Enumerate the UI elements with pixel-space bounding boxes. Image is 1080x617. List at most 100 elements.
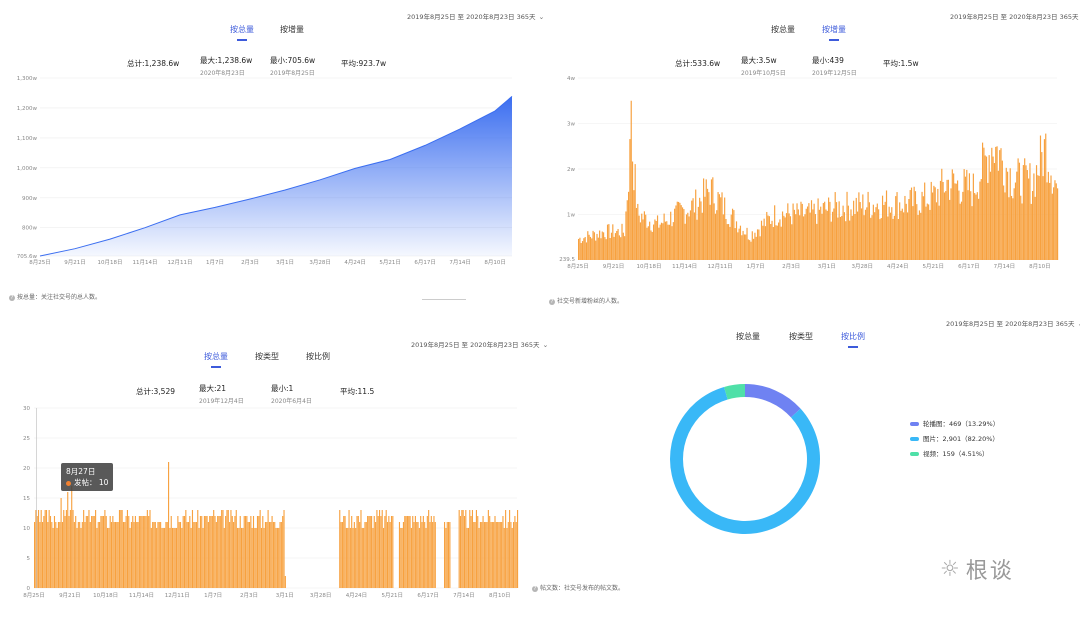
tab-increment[interactable]: 按增量 — [280, 24, 304, 35]
bar — [156, 528, 158, 588]
bar — [461, 510, 463, 588]
bar — [173, 528, 175, 588]
y-tick-label: 30 — [23, 406, 30, 412]
legend-item-carousel[interactable]: 轮播图：469（13.29%） — [910, 418, 999, 428]
bar — [988, 155, 990, 260]
bar — [855, 197, 857, 260]
bar — [190, 528, 192, 588]
bar — [130, 522, 132, 588]
legend-item-video[interactable]: 视频：159（4.51%） — [910, 448, 999, 458]
bar — [499, 522, 501, 588]
bar — [828, 197, 830, 260]
tab-type[interactable]: 按类型 — [789, 331, 813, 342]
bar — [753, 238, 755, 260]
stat-max-value: 最大:21 — [199, 384, 227, 393]
bar — [622, 232, 624, 260]
date-range-selector[interactable]: 2019年8月25日 至 2020年8月23日 365天⌄ — [411, 339, 548, 349]
bar — [465, 510, 467, 588]
bar — [487, 510, 489, 588]
tab-ratio[interactable]: 按比例 — [306, 351, 330, 362]
bar — [725, 218, 727, 260]
bar — [634, 164, 636, 260]
bar — [101, 516, 103, 588]
bar — [920, 212, 922, 260]
bar — [589, 236, 592, 260]
stat-avg: 平均:923.7w — [341, 58, 386, 69]
bar — [1001, 160, 1003, 260]
tab-total[interactable]: 按总量 — [230, 24, 254, 35]
bar — [770, 223, 772, 260]
tab-type[interactable]: 按类型 — [255, 351, 279, 362]
stat-avg-value: 平均:923.7w — [341, 59, 387, 68]
legend-item-image[interactable]: 图片：2,901（82.20%） — [910, 433, 999, 443]
bar — [133, 522, 135, 588]
bar — [778, 222, 780, 260]
bar — [263, 528, 265, 588]
bar — [211, 516, 213, 588]
x-tick-label: 7月14日 — [453, 592, 475, 599]
bar — [937, 188, 939, 260]
bar — [1026, 170, 1028, 260]
tab-increment[interactable]: 按增量 — [822, 24, 846, 35]
bar — [1045, 133, 1047, 260]
bar — [1037, 175, 1039, 260]
stat-total-value: 总计:1,238.6w — [127, 59, 180, 68]
bar — [109, 516, 111, 588]
bar — [381, 510, 383, 588]
x-tick-label: 3月28日 — [851, 263, 873, 270]
x-tick-label: 6月17日 — [414, 259, 436, 266]
bar — [110, 522, 113, 588]
bar — [779, 219, 781, 260]
date-range-selector[interactable]: 2019年8月25日 至 2020年8月23日 365天⌄ — [407, 11, 544, 21]
x-tick-label: 10月18日 — [98, 259, 123, 266]
bar — [603, 232, 605, 260]
date-range-selector[interactable]: 2019年8月25日 至 2020年8月23日 365天⌄ — [946, 318, 1080, 328]
bar — [142, 516, 144, 588]
tab-total[interactable]: 按总量 — [736, 331, 760, 342]
bar — [390, 516, 393, 588]
bar — [670, 211, 672, 260]
bar — [729, 226, 731, 260]
date-range-selector[interactable]: 2019年8月25日 至 2020年8月23日 365天⌄ — [950, 11, 1080, 21]
bar — [1020, 195, 1022, 260]
bar — [813, 203, 815, 260]
bar — [838, 201, 840, 260]
bar — [704, 196, 706, 260]
tab-ratio[interactable]: 按比例 — [841, 331, 865, 342]
bar — [629, 139, 631, 260]
bar — [473, 522, 475, 588]
bar — [717, 192, 719, 260]
bar — [1009, 168, 1011, 260]
bar-chart: 239.5 1w 2w 3w 4w 8月25日 9月21日 10月18日 11月14日 12月11… — [559, 76, 1059, 270]
bar — [92, 516, 94, 588]
x-tick-label: 6月17日 — [958, 263, 980, 270]
date-range-text: 2019年8月25日 至 2020年8月23日 365天 — [946, 320, 1075, 328]
bar — [498, 522, 500, 588]
bar — [152, 522, 154, 588]
tab-total[interactable]: 按总量 — [204, 351, 228, 362]
bar — [258, 516, 260, 588]
bar — [817, 198, 819, 260]
bar — [356, 516, 358, 588]
bar — [889, 212, 892, 260]
bar — [114, 522, 117, 588]
bar — [806, 206, 809, 260]
bar — [479, 522, 481, 588]
bar — [93, 516, 95, 588]
bar — [751, 231, 753, 260]
bar — [352, 528, 354, 588]
bar — [862, 194, 864, 260]
footnote: ? 按总量：关注社交号的总人数。 — [9, 292, 101, 301]
bar — [194, 522, 196, 588]
bar — [935, 202, 938, 260]
bar — [250, 516, 252, 588]
bar — [662, 223, 664, 260]
y-tick-label: 10 — [23, 526, 30, 532]
bar — [1006, 171, 1009, 260]
bar — [181, 528, 183, 588]
bar — [149, 510, 151, 588]
bar — [684, 223, 686, 260]
tab-total[interactable]: 按总量 — [771, 24, 795, 35]
legend-swatch — [910, 452, 919, 456]
bar — [234, 516, 236, 588]
